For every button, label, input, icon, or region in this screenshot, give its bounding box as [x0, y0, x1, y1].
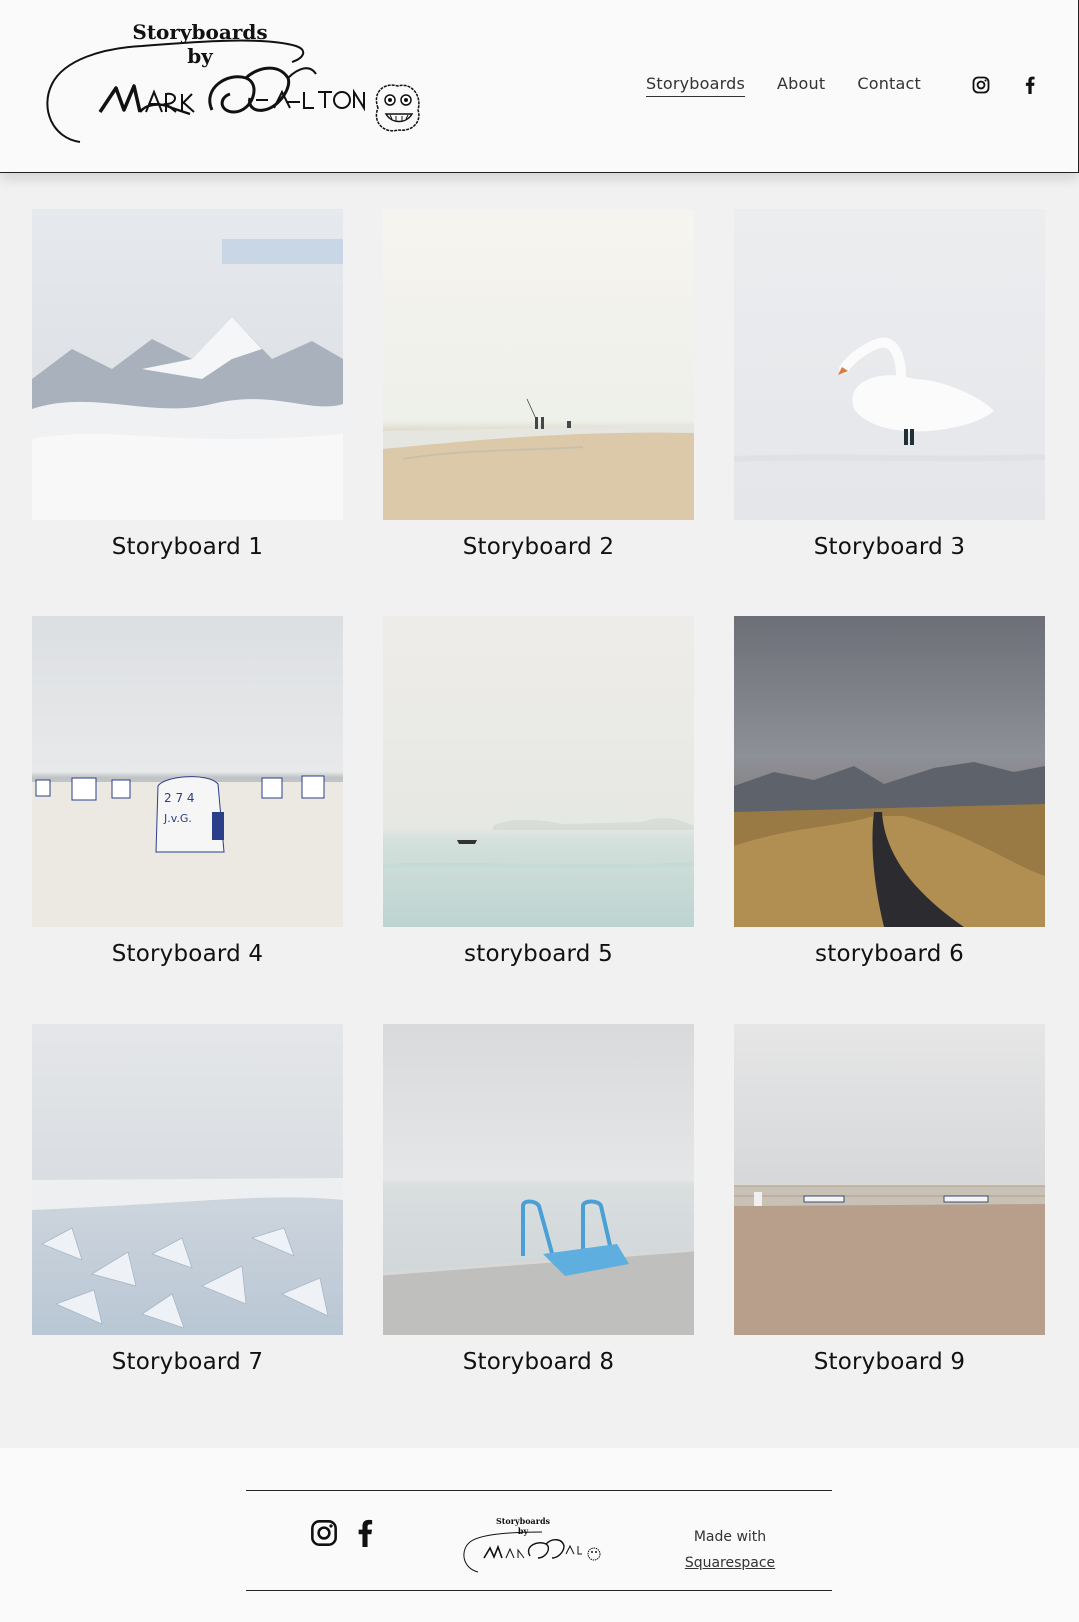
thumbnail-promenade-benches[interactable] — [734, 1024, 1045, 1335]
main-nav: Storyboards About Contact — [646, 74, 921, 97]
facebook-icon[interactable] — [1024, 76, 1036, 99]
gallery-card[interactable]: Storyboard 8 — [383, 1024, 694, 1375]
footer-divider-top — [246, 1490, 832, 1491]
site-header: Storyboards by Storyboards About Contact — [0, 0, 1079, 173]
squarespace-link[interactable]: Squarespace — [685, 1555, 775, 1571]
gallery-card[interactable]: Storyboard 7 — [32, 1024, 343, 1375]
logo-title: Storyboards by — [130, 20, 270, 68]
header-social — [972, 76, 1036, 99]
thumbnail-frozen-ice[interactable] — [32, 1024, 343, 1335]
nav-link-contact[interactable]: Contact — [857, 74, 921, 97]
logo-title-line2: by — [187, 44, 213, 68]
card-title[interactable]: Storyboard 7 — [32, 1349, 343, 1375]
gallery-card[interactable]: Storyboard 2 — [383, 209, 694, 560]
footer-logo-title-line1: Storyboards — [495, 1516, 551, 1526]
thumbnail-beach-chairs[interactable]: 2 7 4 J.v.G. — [32, 616, 343, 927]
thumbnail-pier-ladder[interactable] — [383, 1024, 694, 1335]
card-title[interactable]: Storyboard 4 — [32, 941, 343, 967]
made-with-label: Made with — [693, 1529, 767, 1545]
card-title[interactable]: Storyboard 2 — [383, 534, 694, 560]
instagram-icon[interactable] — [972, 76, 990, 99]
gallery-card[interactable]: storyboard 6 — [734, 616, 1045, 967]
made-with-credit: Made with Squarespace — [680, 1524, 780, 1576]
svg-text:J.v.G.: J.v.G. — [163, 812, 192, 825]
gallery-card[interactable]: Storyboard 1 — [32, 209, 343, 560]
card-title[interactable]: Storyboard 1 — [32, 534, 343, 560]
card-title[interactable]: Storyboard 8 — [383, 1349, 694, 1375]
gallery-card[interactable]: Storyboard 3 — [734, 209, 1045, 560]
thumbnail-mountain-road[interactable] — [734, 616, 1045, 927]
site-footer: Storyboards by Made with Squarespace — [0, 1448, 1079, 1622]
gallery-card[interactable]: storyboard 5 — [383, 616, 694, 967]
svg-text:2 7 4: 2 7 4 — [164, 791, 195, 805]
footer-logo[interactable]: Storyboards by — [462, 1516, 612, 1576]
nav-link-storyboards[interactable]: Storyboards — [646, 74, 746, 97]
site-logo[interactable]: Storyboards by — [42, 18, 422, 153]
card-title[interactable]: Storyboard 9 — [734, 1349, 1045, 1375]
footer-logo-title-line2: by — [517, 1526, 529, 1536]
facebook-icon[interactable] — [356, 1519, 374, 1552]
thumbnail-misty-sea[interactable] — [383, 616, 694, 927]
card-title[interactable]: storyboard 5 — [383, 941, 694, 967]
footer-social — [310, 1519, 374, 1552]
thumbnail-snowy-mountains[interactable] — [32, 209, 343, 520]
thumbnail-white-swan[interactable] — [734, 209, 1045, 520]
footer-divider-bottom — [246, 1590, 832, 1591]
card-title[interactable]: storyboard 6 — [734, 941, 1045, 967]
logo-title-line1: Storyboards — [132, 20, 268, 44]
nav-link-about[interactable]: About — [777, 74, 825, 97]
instagram-icon[interactable] — [310, 1519, 338, 1552]
footer-logo-title: Storyboards by — [488, 1516, 558, 1536]
card-title[interactable]: Storyboard 3 — [734, 534, 1045, 560]
thumbnail-beach-fishermen[interactable] — [383, 209, 694, 520]
gallery-card[interactable]: 2 7 4 J.v.G. Storyboard 4 — [32, 616, 343, 967]
gallery-card[interactable]: Storyboard 9 — [734, 1024, 1045, 1375]
